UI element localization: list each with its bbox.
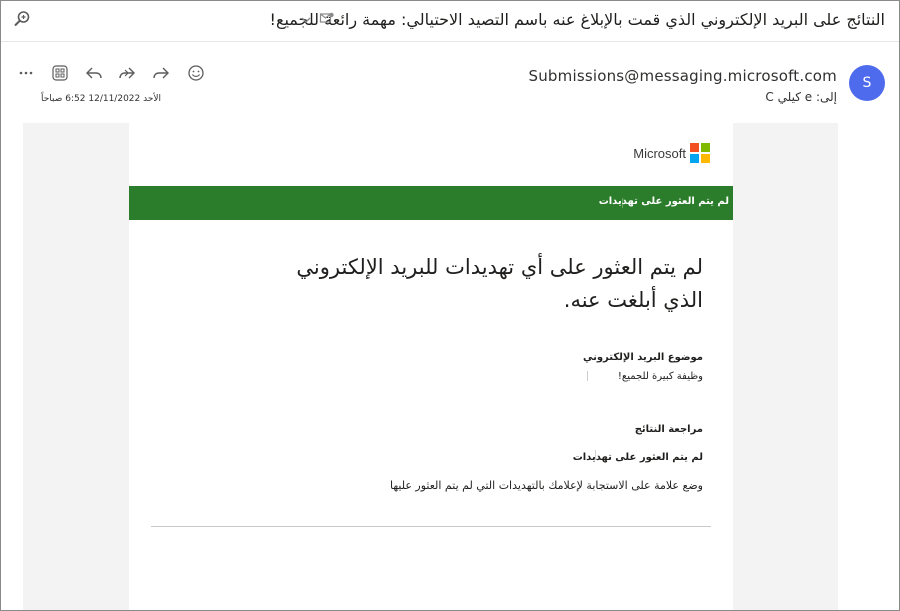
email-subject: النتائج على البريد الإلكتروني الذي قمت ب… xyxy=(269,10,885,29)
recipient-name[interactable]: e كيلي C xyxy=(765,90,812,104)
email-content-card: Microsoft لم يتم العثور على تهديدات لم ي… xyxy=(129,123,733,610)
recipient-line: إلى: e كيلي C xyxy=(765,90,837,104)
chevron-down-icon[interactable] xyxy=(300,11,318,29)
sender-row: S Submissions@messaging.microsoft.com إل… xyxy=(1,49,899,119)
review-results-value: لم يتم العثور على تهديدات xyxy=(572,452,703,463)
review-note: وضع علامة على الاستجابة لإعلامك بالتهديد… xyxy=(389,479,703,492)
status-banner: لم يتم العثور على تهديدات xyxy=(129,186,733,220)
apps-icon[interactable] xyxy=(49,62,71,84)
avatar[interactable]: S xyxy=(849,65,885,101)
status-banner-text: لم يتم العثور على تهديدات xyxy=(598,196,729,207)
forward-icon[interactable] xyxy=(150,62,172,84)
sent-datetime: الأحد 12/11/2022 6:52 صباحاً xyxy=(41,94,162,104)
microsoft-logo: Microsoft xyxy=(633,143,710,163)
more-icon[interactable] xyxy=(15,62,37,84)
email-reading-pane: النتائج على البريد الإلكتروني الذي قمت ب… xyxy=(0,0,900,611)
tag-mail-icon[interactable] xyxy=(319,10,337,28)
review-results-label: مراجعة النتائج xyxy=(634,424,703,435)
reply-all-icon[interactable] xyxy=(116,62,138,84)
subject-bar: النتائج على البريد الإلكتروني الذي قمت ب… xyxy=(1,1,899,42)
divider xyxy=(151,526,711,527)
microsoft-logo-icon xyxy=(690,143,710,163)
reply-icon[interactable] xyxy=(83,62,105,84)
result-headline: لم يتم العثور على أي تهديدات للبريد الإل… xyxy=(296,255,703,312)
sender-address[interactable]: Submissions@messaging.microsoft.com xyxy=(528,67,837,85)
brand-name: Microsoft xyxy=(633,145,686,161)
email-subject-value: وظيفة كبيرة للجميع! xyxy=(617,371,703,382)
zoom-icon[interactable] xyxy=(13,10,31,28)
emoji-icon[interactable] xyxy=(185,62,207,84)
recipient-label: إلى: xyxy=(815,90,837,104)
email-subject-label: موضوع البريد الإلكتروني xyxy=(582,352,703,363)
